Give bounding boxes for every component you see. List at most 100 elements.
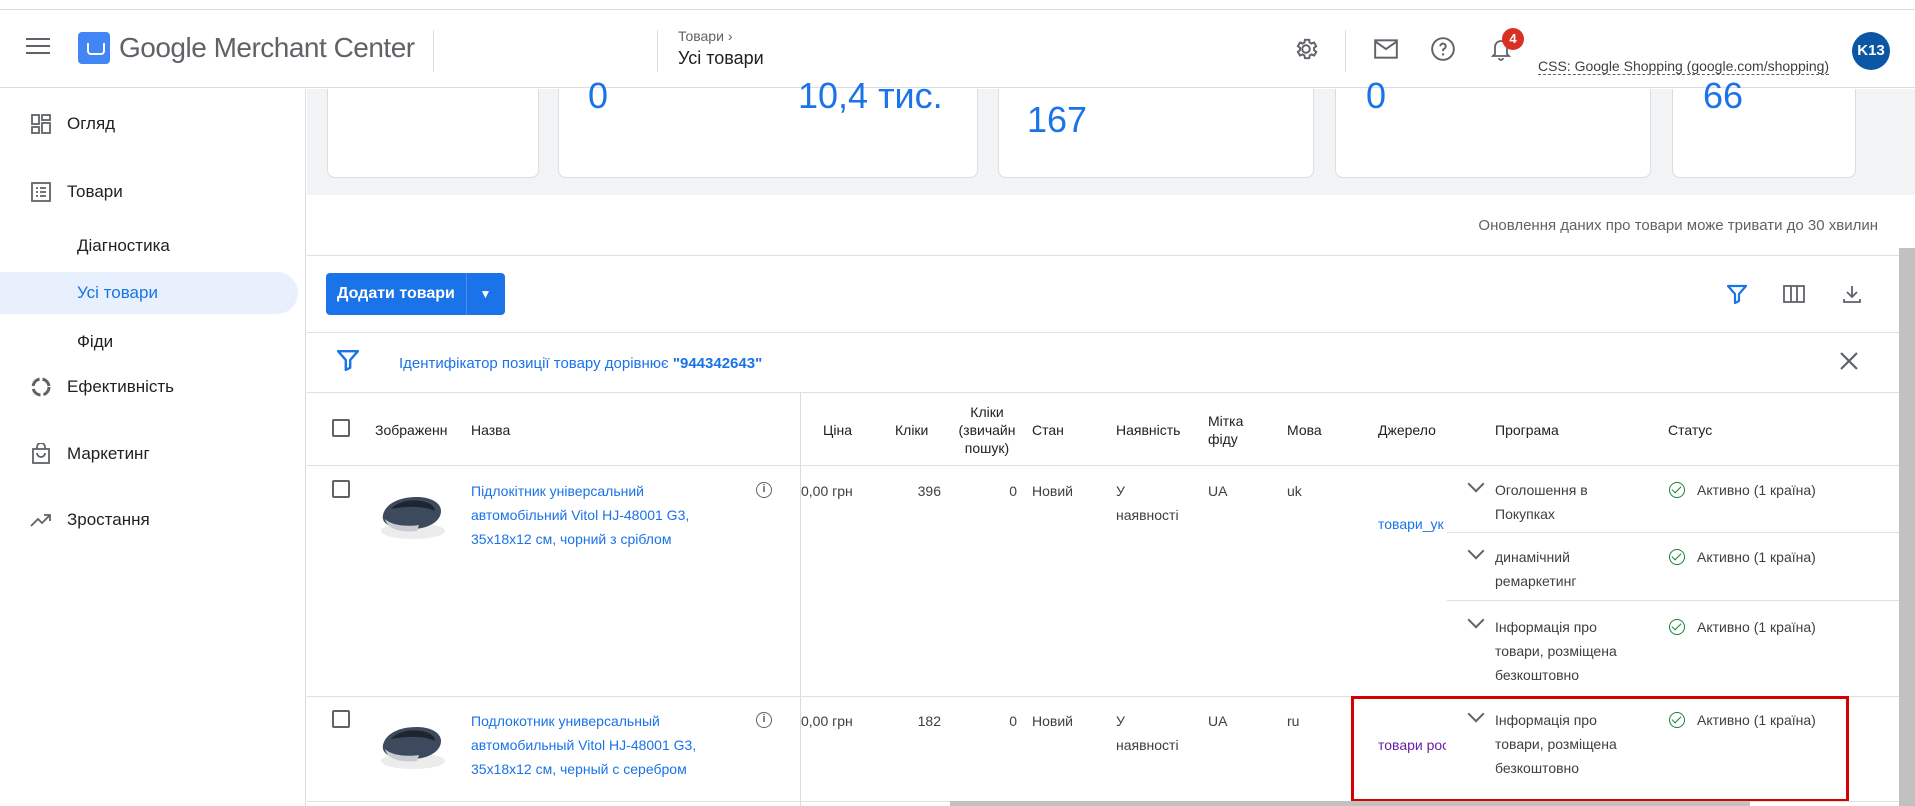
horizontal-scrollbar[interactable] (950, 801, 1750, 806)
column-header-language[interactable]: Мова (1287, 421, 1322, 439)
settings-icon[interactable] (1291, 34, 1321, 64)
sidebar-item-all-products[interactable]: Усі товари (0, 272, 298, 314)
title-line: автомобильный Vitol HJ-48001 G3, (471, 737, 697, 753)
data-update-notice: Оновлення даних про товари може тривати … (1478, 217, 1878, 234)
filter-value: "944342643" (672, 355, 763, 372)
price-cell: 0,00 грн (801, 483, 853, 499)
program-line: Покупках (1495, 506, 1555, 522)
column-header-availability[interactable]: Наявність (1116, 421, 1180, 439)
column-header-organic-clicks[interactable]: Кліки (звичайн пошук) (952, 403, 1022, 457)
summary-card-value: 0 (588, 75, 609, 116)
chevron-down-icon[interactable] (1467, 542, 1485, 560)
availability-cell: У наявності (1116, 479, 1179, 527)
summary-card-value: 167 (1027, 99, 1088, 140)
active-filter-bar: Ідентифікатор позиції товару дорівнює "9… (307, 333, 1915, 393)
close-icon[interactable] (1839, 345, 1859, 379)
column-header-status[interactable]: Статус (1668, 421, 1712, 439)
app-name[interactable]: Google Merchant Center (119, 32, 415, 64)
summary-card[interactable] (327, 89, 539, 178)
price-cell: 0,00 грн (801, 713, 853, 729)
row-checkbox[interactable] (332, 480, 350, 498)
account-avatar[interactable]: K13 (1852, 32, 1890, 70)
availability-line: наявності (1116, 507, 1179, 523)
info-icon[interactable]: i (756, 482, 772, 498)
top-app-bar: Google Merchant Center Товари › Усі това… (0, 10, 1915, 88)
check-circle-icon (1669, 482, 1685, 498)
product-title-link[interactable]: Подлокотник универсальный автомобильный … (471, 709, 711, 781)
program-line: товари, розміщена (1495, 643, 1617, 659)
column-header-title[interactable]: Назва (471, 421, 510, 439)
columns-icon[interactable] (1779, 279, 1809, 309)
program-line: безкоштовно (1495, 667, 1580, 683)
clicks-cell: 396 (917, 483, 941, 499)
column-header-line: Мітка (1208, 413, 1244, 429)
program-line: динамічний (1495, 549, 1570, 565)
program-line: Інформація про (1495, 619, 1597, 635)
add-products-button[interactable]: Додати товари ▼ (326, 273, 505, 315)
summary-card[interactable]: 167 (998, 89, 1314, 178)
title-line: 35x18x12 см, черный с серебром (471, 761, 687, 777)
condition-cell: Новий (1032, 713, 1073, 729)
filter-chip[interactable]: Ідентифікатор позиції товару дорівнює "9… (399, 355, 762, 372)
css-selector-link[interactable]: CSS: Google Shopping (google.com/shoppin… (1538, 58, 1830, 75)
summary-card[interactable]: 0 (1335, 75, 1651, 178)
column-header-condition[interactable]: Стан (1032, 421, 1064, 439)
product-image[interactable] (375, 483, 449, 547)
column-header-price[interactable]: Ціна (823, 421, 852, 439)
program-line: Оголошення в (1495, 482, 1588, 498)
title-line: Підлокітник універсальний (471, 483, 644, 499)
column-header-line: фіду (1208, 431, 1238, 447)
help-icon[interactable] (1428, 34, 1458, 64)
summary-card[interactable]: 66 (1672, 75, 1856, 178)
merchant-center-logo-icon (78, 32, 110, 64)
sidebar-item-feeds[interactable]: Фіди (0, 321, 298, 363)
status-cell: Активно (1 країна) (1697, 482, 1816, 498)
organic-clicks-cell: 0 (1009, 483, 1017, 499)
program-name: Оголошення в Покупках (1495, 478, 1588, 526)
mail-icon[interactable] (1371, 34, 1401, 64)
column-header-line: Кліки (970, 404, 1004, 420)
list-icon (30, 181, 52, 203)
product-title-link[interactable]: Підлокітник універсальний автомобільний … (471, 479, 699, 551)
chevron-right-icon: › (727, 28, 733, 44)
menu-icon[interactable] (26, 38, 50, 56)
source-link[interactable]: товари_ук (1378, 512, 1446, 536)
sidebar-item-diagnostics[interactable]: Діагностика (0, 225, 298, 267)
status-cell: Активно (1 країна) (1697, 619, 1816, 635)
breadcrumb-products[interactable]: Товари (678, 28, 724, 44)
download-icon[interactable] (1837, 279, 1867, 309)
row-checkbox[interactable] (332, 710, 350, 728)
column-header-source[interactable]: Джерело (1378, 421, 1436, 439)
column-header-program[interactable]: Програма (1495, 421, 1559, 439)
top-border (0, 0, 1915, 10)
sidebar-item-label: Діагностика (77, 236, 170, 255)
breadcrumb[interactable]: Товари › (678, 28, 732, 44)
filter-icon[interactable] (1722, 279, 1752, 309)
select-all-checkbox[interactable] (332, 419, 350, 437)
sidebar-item-label: Огляд (67, 114, 116, 133)
summary-card[interactable]: 0 10,4 тис. (558, 75, 978, 178)
header-divider (657, 30, 658, 72)
chevron-down-icon[interactable] (1467, 475, 1485, 493)
sidebar-item-label: Ефективність (67, 377, 175, 396)
product-image[interactable] (375, 713, 449, 777)
main-content: 0 10,4 тис. 167 0 66 Оновлення даних про… (307, 75, 1915, 806)
notifications-badge: 4 (1502, 28, 1524, 50)
check-circle-icon (1669, 619, 1685, 635)
summary-cards: 0 10,4 тис. 167 0 66 (307, 75, 1915, 195)
divider (1447, 532, 1915, 533)
filter-icon (336, 349, 360, 377)
info-icon[interactable]: i (756, 712, 772, 728)
chevron-down-icon[interactable] (1467, 611, 1485, 629)
program-name: динамічний ремаркетинг (1495, 545, 1576, 593)
feed-label-cell: UA (1208, 713, 1228, 729)
column-header-feed-label[interactable]: Мітка фіду (1208, 412, 1243, 448)
check-circle-icon (1669, 549, 1685, 565)
summary-card-value: 0 (1366, 75, 1387, 116)
sidebar-item-label: Зростання (67, 510, 150, 529)
column-header-clicks[interactable]: Кліки (895, 421, 928, 439)
clicks-cell: 182 (917, 713, 941, 729)
column-header-image[interactable]: Зображенн (375, 421, 447, 439)
caret-down-icon[interactable]: ▼ (466, 273, 504, 315)
vertical-scrollbar[interactable] (1899, 248, 1915, 806)
